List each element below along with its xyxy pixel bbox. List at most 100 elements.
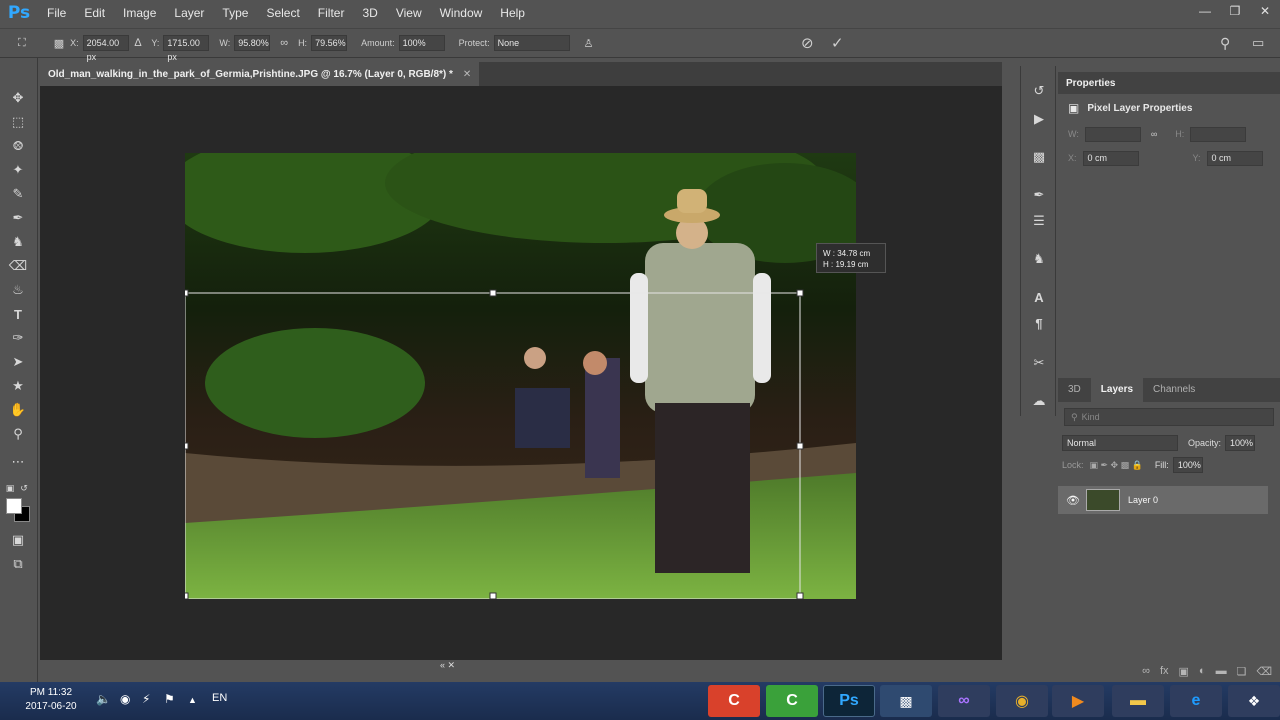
x-field[interactable]: 2054.00 px — [82, 35, 129, 62]
camtasia-recorder-icon[interactable]: C — [708, 685, 760, 717]
pen-tool-icon[interactable]: ✑ — [7, 328, 29, 348]
menu-filter[interactable]: Filter — [309, 0, 354, 26]
swap-colors-icon[interactable]: ↺ — [18, 478, 30, 498]
foreground-color-swatch[interactable] — [6, 498, 22, 514]
workspace-icon[interactable]: ▭ — [1252, 35, 1264, 51]
internet-explorer-icon[interactable]: e — [1170, 685, 1222, 717]
tab-channels[interactable]: Channels — [1143, 378, 1205, 402]
adjustment-layer-icon[interactable]: ◐ — [1199, 665, 1206, 677]
camtasia-studio-icon[interactable]: C — [766, 685, 818, 717]
w-field[interactable]: 95.80% — [234, 35, 271, 51]
visual-studio-icon[interactable]: ∞ — [938, 685, 990, 717]
eyedropper-tool-icon[interactable]: ✎ — [7, 184, 29, 204]
brush-icon[interactable]: ✒ — [1028, 184, 1050, 206]
menu-3d[interactable]: 3D — [353, 0, 386, 26]
fx-icon[interactable]: fx — [1160, 665, 1169, 677]
lasso-tool-icon[interactable]: ⨷ — [7, 136, 29, 156]
protect-select[interactable]: None — [493, 35, 570, 51]
photoshop-taskbar-icon[interactable]: Ps — [823, 685, 875, 717]
paragraph-icon[interactable]: ¶ — [1028, 312, 1050, 334]
zoom-tool-icon[interactable]: ⚲ — [7, 424, 29, 444]
prop-x-field[interactable]: 0 cm — [1082, 150, 1139, 166]
search-icon[interactable]: ⚲ — [1220, 35, 1230, 52]
document-tab[interactable]: Old_man_walking_in_the_park_of_Germia,Pr… — [40, 62, 480, 86]
commit-transform-icon[interactable]: ✓ — [831, 34, 844, 52]
link-icon[interactable]: ∞ — [1151, 129, 1157, 139]
media-player-icon[interactable]: ▶ — [1052, 685, 1104, 717]
network-icon[interactable]: ◉ — [120, 692, 130, 706]
healing-brush-tool-icon[interactable]: ✒ — [7, 208, 29, 228]
menu-window[interactable]: Window — [431, 0, 492, 26]
link-icon[interactable]: ∞ — [280, 37, 288, 49]
power-icon[interactable]: ⚡ — [142, 692, 150, 706]
h-field[interactable]: 79.56% — [311, 35, 348, 51]
clone-stamp-tool-icon[interactable]: ♞ — [7, 232, 29, 252]
collapse-panel-icon[interactable]: « ✕ — [440, 660, 455, 671]
shape-tool-icon[interactable]: ★ — [7, 376, 29, 396]
delta-icon[interactable]: ∆ — [135, 37, 142, 49]
prop-y-field[interactable]: 0 cm — [1206, 150, 1263, 166]
chrome-icon[interactable]: ◉ — [996, 685, 1048, 717]
link-layers-icon[interactable]: ∞ — [1142, 665, 1150, 677]
screen-mode-icon[interactable]: ⧉ — [7, 554, 29, 574]
blend-mode-select[interactable]: Normal — [1062, 435, 1178, 451]
clone-source-icon[interactable]: ♞ — [1028, 248, 1050, 270]
libraries-icon[interactable]: ☁ — [1028, 390, 1050, 412]
layer-filter-field[interactable]: ⚲ Kind — [1064, 408, 1274, 426]
prop-h-field[interactable] — [1190, 126, 1247, 142]
menu-edit[interactable]: Edit — [75, 0, 114, 26]
marquee-tool-icon[interactable]: ⬚ — [7, 112, 29, 132]
eye-icon[interactable]: 👁 — [1066, 494, 1080, 507]
tab-layers[interactable]: Layers — [1090, 378, 1144, 402]
layer-row[interactable]: 👁 Layer 0 — [1058, 486, 1268, 514]
menu-select[interactable]: Select — [257, 0, 308, 26]
close-tab-icon[interactable]: ✕ — [463, 69, 471, 80]
cancel-transform-icon[interactable]: ⊘ — [801, 34, 814, 52]
hand-tool-icon[interactable]: ✋ — [7, 400, 29, 420]
tab-3d[interactable]: 3D — [1058, 378, 1091, 402]
menu-view[interactable]: View — [387, 0, 431, 26]
reference-point-icon[interactable]: ▩ — [54, 37, 64, 50]
move-tool-icon[interactable]: ✥ — [7, 88, 29, 108]
histogram-icon[interactable]: ▩ — [1028, 146, 1050, 168]
eraser-tool-icon[interactable]: ⌫ — [7, 256, 29, 276]
protect-skin-icon[interactable]: ♙ — [584, 37, 594, 50]
canvas-area[interactable]: W : 34.78 cm H : 19.19 cm — [40, 86, 1002, 660]
restore-icon[interactable]: ❐ — [1220, 0, 1250, 22]
menu-layer[interactable]: Layer — [165, 0, 213, 26]
app-taskbar-icon[interactable]: ▩ — [880, 685, 932, 717]
more-tools-icon[interactable]: ⋯ — [7, 452, 29, 472]
paint-bucket-tool-icon[interactable]: ♨ — [7, 280, 29, 300]
amount-field[interactable]: 100% — [398, 35, 445, 51]
character-icon[interactable]: A — [1028, 286, 1050, 308]
properties-tab[interactable]: Properties — [1058, 72, 1280, 94]
mask-icon[interactable]: ▣ — [1179, 665, 1189, 678]
transform-tool-icon[interactable]: ⛶ — [18, 37, 26, 50]
history-icon[interactable]: ↺ — [1028, 80, 1050, 102]
menu-file[interactable]: File — [38, 0, 75, 26]
adjustments-icon[interactable]: ☰ — [1028, 210, 1050, 232]
group-icon[interactable]: ▬ — [1216, 665, 1227, 677]
quick-mask-icon[interactable]: ▣ — [7, 530, 29, 550]
opacity-field[interactable]: 100% — [1225, 435, 1256, 451]
volume-icon[interactable]: 🔈 — [96, 692, 111, 706]
action-center-icon[interactable]: ⚑ — [164, 692, 175, 706]
show-hidden-icons-icon[interactable]: ▲ — [188, 695, 197, 705]
clock[interactable]: PM 11:32 2017-06-20 — [18, 686, 84, 714]
document-photo[interactable] — [185, 153, 856, 599]
prop-w-field[interactable] — [1084, 126, 1141, 142]
actions-icon[interactable]: ▶ — [1028, 108, 1050, 130]
language-indicator[interactable]: EN — [212, 692, 227, 704]
menu-image[interactable]: Image — [114, 0, 165, 26]
lock-icons[interactable]: ▣ ✒ ✥ ▩ 🔒 — [1090, 460, 1143, 471]
file-explorer-icon[interactable]: ▬ — [1112, 685, 1164, 717]
default-colors-icon[interactable]: ▣ — [4, 478, 16, 498]
y-field[interactable]: 1715.00 px — [163, 35, 210, 62]
quick-select-tool-icon[interactable]: ✦ — [7, 160, 29, 180]
trash-icon[interactable]: ⌫ — [1256, 665, 1272, 678]
close-icon[interactable]: ✕ — [1250, 0, 1280, 22]
start-button-icon[interactable]: ❖ — [1228, 685, 1280, 717]
tool-presets-icon[interactable]: ✂ — [1028, 352, 1050, 374]
menu-type[interactable]: Type — [213, 0, 257, 26]
minimize-icon[interactable]: — — [1190, 0, 1220, 22]
